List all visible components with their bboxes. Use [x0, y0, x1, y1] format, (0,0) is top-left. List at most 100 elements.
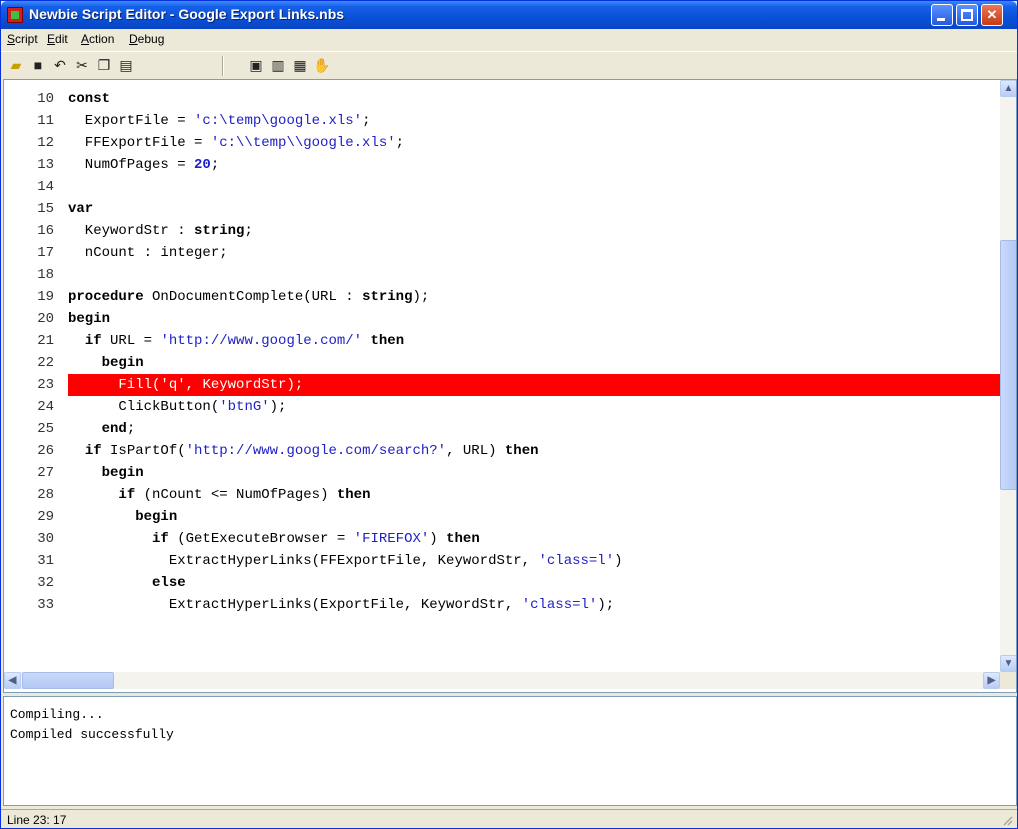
code-line[interactable]: 11 ExportFile = 'c:\temp\google.xls'; [4, 110, 1000, 132]
code-line[interactable]: 19 procedure OnDocumentComplete(URL : str… [4, 286, 1000, 308]
app-icon[interactable] [7, 7, 23, 23]
line-number: 20 [37, 311, 54, 327]
output-line: Compiled successfully [10, 727, 174, 742]
line-number: 27 [37, 465, 54, 481]
code-text: begin [135, 509, 178, 525]
code-line[interactable]: 21 if URL = 'http://www.google.com/' the… [4, 330, 1000, 352]
menu-edit[interactable]: Edit [47, 32, 68, 46]
code-text: procedure OnDocumentComplete(URL : strin… [68, 289, 430, 305]
line-number: 15 [37, 201, 54, 217]
vertical-scroll-thumb[interactable] [1000, 240, 1016, 490]
scroll-down-icon[interactable]: ▼ [1000, 655, 1016, 672]
step-icon[interactable]: ▥ [269, 56, 287, 74]
code-text: begin [68, 311, 111, 327]
compile-icon[interactable]: ▦ [291, 56, 309, 74]
code-text: if URL = 'http://www.google.com/' then [84, 333, 405, 349]
code-line[interactable]: 33 ExtractHyperLinks(ExportFile, Keyword… [4, 594, 1000, 616]
code-line[interactable]: 18 [4, 264, 1000, 286]
code-text: Fill('q', KeywordStr); [68, 377, 304, 393]
code-line[interactable]: 17 nCount : integer; [4, 242, 1000, 264]
line-number: 12 [37, 135, 54, 151]
line-number: 22 [37, 355, 54, 371]
scroll-right-icon[interactable]: ▶ [983, 672, 1000, 689]
paste-icon[interactable]: ▤ [117, 56, 135, 74]
code-line[interactable]: 15 var [4, 198, 1000, 220]
code-text: else [152, 575, 186, 591]
code-line[interactable]: 14 [4, 176, 1000, 198]
line-number: 26 [37, 443, 54, 459]
line-number: 11 [37, 113, 54, 129]
cut-icon[interactable]: ✂ [73, 56, 91, 74]
scroll-left-icon[interactable]: ◀ [4, 672, 21, 689]
code-line[interactable]: 12 FFExportFile = 'c:\\temp\\google.xls'… [4, 132, 1000, 154]
copy-icon[interactable]: ❐ [95, 56, 113, 74]
line-number: 13 [37, 157, 54, 173]
output-line: Compiling... [10, 707, 104, 722]
code-area[interactable]: 10 const 11 ExportFile = 'c:\temp\google.x… [4, 80, 1000, 672]
code-line[interactable]: 13 NumOfPages = 20; [4, 154, 1000, 176]
line-number: 16 [37, 223, 54, 239]
line-number: 10 [37, 91, 54, 107]
output-panel[interactable]: Compiling... Compiled successfully [3, 696, 1017, 806]
minimize-button[interactable] [931, 4, 953, 26]
code-line[interactable]: 29 begin [4, 506, 1000, 528]
line-number: 33 [37, 597, 54, 613]
line-number: 17 [37, 245, 54, 261]
code-line[interactable]: 27 begin [4, 462, 1000, 484]
code-line[interactable]: 26 if IsPartOf('http://www.google.com/se… [4, 440, 1000, 462]
close-button[interactable]: ✕ [981, 4, 1003, 26]
resize-grip-icon[interactable] [1001, 814, 1013, 826]
code-text: ExtractHyperLinks(ExportFile, KeywordStr… [68, 597, 615, 613]
cursor-position: Line 23: 17 [7, 813, 67, 827]
code-text: ExtractHyperLinks(FFExportFile, KeywordS… [68, 553, 623, 569]
run-icon[interactable]: ▣ [247, 56, 265, 74]
code-text: const [68, 91, 111, 107]
undo-icon[interactable]: ↶ [51, 56, 69, 74]
vertical-scrollbar[interactable]: ▲ ▼ [1000, 80, 1016, 672]
code-editor[interactable]: 10 const 11 ExportFile = 'c:\temp\google.x… [3, 79, 1017, 693]
code-line[interactable]: 31 ExtractHyperLinks(FFExportFile, Keywo… [4, 550, 1000, 572]
minimize-icon [937, 18, 945, 21]
scroll-up-icon[interactable]: ▲ [1000, 80, 1016, 97]
code-text: if (GetExecuteBrowser = 'FIREFOX') then [152, 531, 480, 547]
code-line[interactable]: 20 begin [4, 308, 1000, 330]
code-text: var [68, 201, 94, 217]
code-text: ExportFile = 'c:\temp\google.xls'; [68, 113, 371, 129]
code-text: ClickButton('btnG'); [68, 399, 287, 415]
code-line[interactable]: 16 KeywordStr : string; [4, 220, 1000, 242]
code-line[interactable]: 25 end; [4, 418, 1000, 440]
open-folder-icon[interactable]: ▰ [7, 56, 25, 74]
horizontal-scrollbar[interactable]: ◀ ▶ [4, 672, 1000, 689]
code-line[interactable]: 24 ClickButton('btnG'); [4, 396, 1000, 418]
menu-script[interactable]: Script [7, 32, 38, 46]
line-number: 31 [37, 553, 54, 569]
title-bar[interactable]: Newbie Script Editor - Google Export Lin… [1, 1, 1017, 29]
code-text: if IsPartOf('http://www.google.com/searc… [84, 443, 539, 459]
code-text: nCount : integer; [68, 245, 228, 261]
line-number: 14 [37, 179, 54, 195]
code-text: begin [101, 355, 144, 371]
code-line[interactable]: 28 if (nCount <= NumOfPages) then [4, 484, 1000, 506]
horizontal-scroll-thumb[interactable] [22, 672, 114, 689]
app-window: Newbie Script Editor - Google Export Lin… [0, 0, 1018, 829]
line-number: 28 [37, 487, 54, 503]
stop-hand-icon[interactable]: ✋ [313, 56, 331, 74]
line-number: 24 [37, 399, 54, 415]
window-title: Newbie Script Editor - Google Export Lin… [29, 6, 345, 22]
menu-debug[interactable]: Debug [129, 32, 164, 46]
close-icon: ✕ [986, 7, 998, 22]
code-text: KeywordStr : string; [68, 223, 253, 239]
code-line[interactable]: 22 begin [4, 352, 1000, 374]
menu-action[interactable]: Action [81, 32, 114, 46]
code-line[interactable]: 10 const [4, 88, 1000, 110]
status-bar: Line 23: 17 [1, 809, 1017, 829]
error-line[interactable]: 23 Fill('q', KeywordStr); [37, 374, 1000, 396]
line-number: 25 [37, 421, 54, 437]
toolbar: ▰ ■ ↶ ✂ ❐ ▤ ▣ ▥ ▦ ✋ [1, 51, 1017, 77]
maximize-button[interactable] [956, 4, 978, 26]
code-text: begin [101, 465, 144, 481]
save-disk-icon[interactable]: ■ [29, 56, 47, 74]
line-number: 23 [37, 377, 54, 393]
code-line[interactable]: 32 else [4, 572, 1000, 594]
code-line[interactable]: 30 if (GetExecuteBrowser = 'FIREFOX') th… [4, 528, 1000, 550]
